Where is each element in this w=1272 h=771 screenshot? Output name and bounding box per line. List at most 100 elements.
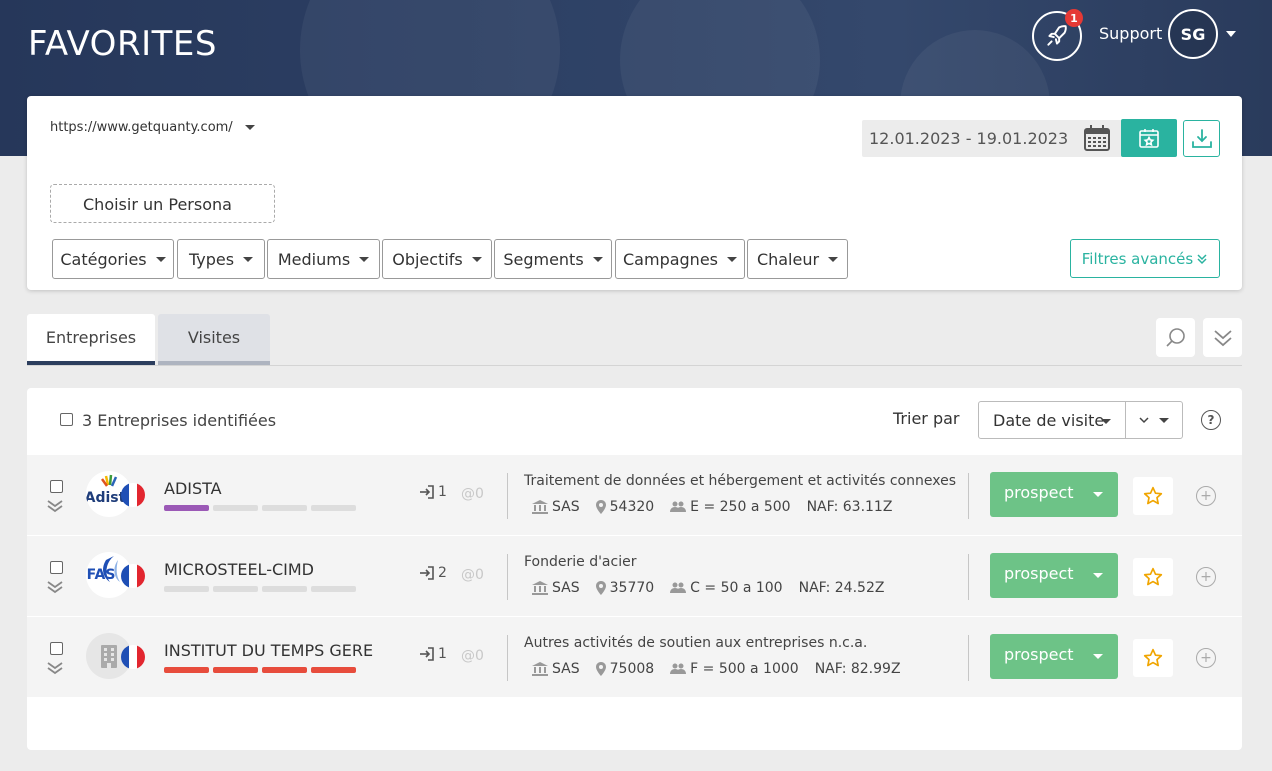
heat-segment [213,667,258,673]
notification-count-badge: 1 [1065,9,1083,27]
company-activity: Fonderie d'acier [524,554,637,570]
filter-chip-label: Chaleur [756,249,820,269]
download-button[interactable] [1183,120,1220,157]
flag-fr-icon [121,483,145,507]
company-name[interactable]: INSTITUT DU TEMPS GERE [164,641,373,660]
visits-value: 1 [438,484,447,500]
filter-chip-label: Catégories [60,249,147,269]
select-all-checkbox[interactable] [60,413,73,426]
sort-field-value: Date de visite [993,411,1105,430]
postal-code: 35770 [609,580,655,596]
chevron-down-icon [471,256,482,262]
status-label: prospect [1004,564,1074,583]
site-url: https://www.getquanty.com/ [50,120,233,135]
company-name[interactable]: ADISTA [164,479,222,498]
map-pin-icon [595,581,606,595]
double-chevron-down-icon [1213,329,1232,346]
company-name[interactable]: MICROSTEEL-CIMD [164,560,314,579]
chevron-down-icon [1101,419,1111,424]
bank-icon [532,662,548,676]
add-icon[interactable]: + [1196,567,1216,587]
company-size: C = 50 a 100 [690,580,783,596]
sign-in-icon [420,566,434,580]
expand-all-button[interactable] [1203,318,1242,357]
filter-categories[interactable]: Catégories [52,239,174,279]
persona-selector[interactable]: Choisir un Persona [50,184,275,223]
company-row[interactable]: FAS MICROSTEEL-CIMD 2 @0 Fonderie d'acie… [27,536,1242,617]
heat-bar [164,667,356,673]
filters-panel: https://www.getquanty.com/ 12.01.2023 - … [27,96,1242,290]
heat-segment [262,586,307,592]
filter-types[interactable]: Types [177,239,265,279]
site-selector[interactable]: https://www.getquanty.com/ [50,120,255,135]
favorite-button[interactable] [1133,639,1173,677]
row-checkbox[interactable] [50,561,63,574]
visits-value: 2 [438,565,447,581]
row-expand-icon[interactable] [46,579,64,595]
user-menu-caret-icon[interactable] [1226,31,1236,37]
star-icon [1143,486,1163,505]
chevron-down-icon [244,125,255,130]
double-chevron-down-icon [1197,253,1207,264]
chevron-down-icon [1093,654,1103,659]
add-icon[interactable]: + [1196,486,1216,506]
company-activity: Autres activités de soutien aux entrepri… [524,635,868,651]
tab-visits[interactable]: Visites [158,314,270,365]
user-avatar[interactable]: SG [1168,9,1218,59]
companies-count: 3 Entreprises identifiées [82,411,277,430]
calendar-icon[interactable] [1083,124,1111,152]
heat-segment [262,667,307,673]
favorite-dates-button[interactable] [1121,119,1177,157]
sign-in-icon [420,647,434,661]
filter-chip-label: Types [188,249,235,269]
support-link[interactable]: Support [1099,24,1162,43]
row-expand-icon[interactable] [46,660,64,676]
company-meta: SAS 54320 E = 250 a 500 NAF: 63.11Z [532,499,892,515]
heat-segment [164,505,209,511]
add-icon[interactable]: + [1196,648,1216,668]
advanced-filters-label: Filtres avancés [1081,249,1194,268]
rocket-icon [1047,25,1067,46]
filter-objectifs[interactable]: Objectifs [382,239,492,279]
filter-campagnes[interactable]: Campagnes [615,239,745,279]
chevron-down-icon [359,256,370,262]
heat-bar [164,505,356,511]
legal-form: SAS [552,661,580,677]
legal-form: SAS [552,580,580,596]
users-icon [670,663,687,674]
company-row[interactable]: INSTITUT DU TEMPS GERE 1 @0 Autres activ… [27,617,1242,698]
search-button[interactable] [1156,318,1195,357]
chevron-down-icon [727,256,737,262]
heat-segment [262,505,307,511]
favorite-button[interactable] [1133,477,1173,515]
row-checkbox[interactable] [50,480,63,493]
advanced-filters-button[interactable]: Filtres avancés [1070,239,1220,278]
legal-form: SAS [552,499,580,515]
help-icon[interactable]: ? [1201,410,1221,430]
naf-code: NAF: 24.52Z [798,580,885,596]
sort-direction-select[interactable] [1125,401,1183,439]
status-dropdown[interactable]: prospect [990,634,1118,679]
sort-field-select[interactable]: Date de visite [978,401,1126,439]
status-dropdown[interactable]: prospect [990,553,1118,598]
download-icon [1191,128,1212,148]
filter-segments[interactable]: Segments [494,239,612,279]
tab-companies[interactable]: Entreprises [27,314,155,365]
filter-chip-label: Mediums [277,249,351,269]
divider [968,473,969,519]
heat-segment [311,667,356,673]
filter-mediums[interactable]: Mediums [267,239,380,279]
company-meta: SAS 75008 F = 500 a 1000 NAF: 82.99Z [532,661,901,677]
divider [507,473,508,519]
sign-in-icon [420,485,434,499]
favorite-button[interactable] [1133,558,1173,596]
status-dropdown[interactable]: prospect [990,472,1118,517]
row-checkbox[interactable] [50,642,63,655]
users-icon [670,582,687,593]
row-expand-icon[interactable] [46,498,64,514]
companies-list: 3 Entreprises identifiées Trier par Date… [27,388,1242,750]
sort-direction-icon [1139,417,1149,424]
company-row[interactable]: Adist ADISTA 1 @0 Traitement de données … [27,455,1242,536]
chevron-down-icon [155,256,166,262]
filter-chaleur[interactable]: Chaleur [747,239,848,279]
